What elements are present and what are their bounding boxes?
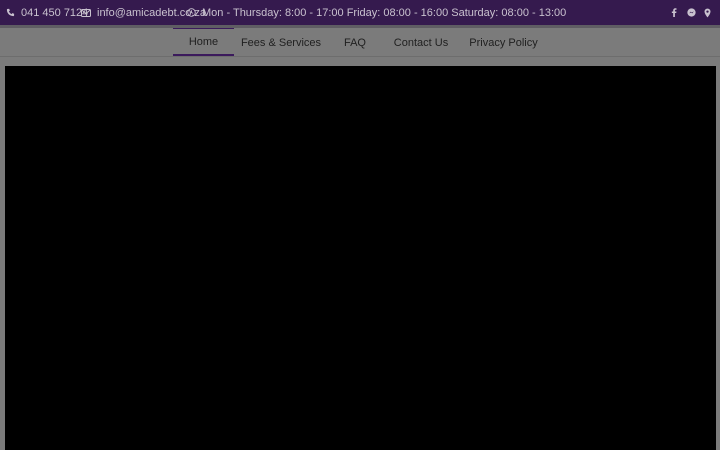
phone-contact[interactable]: 041 450 7124 [6, 0, 88, 25]
nav-item-label: FAQ [343, 37, 366, 49]
nav-item-label: Privacy Policy [469, 37, 538, 49]
nav-item-home[interactable]: Home [173, 28, 234, 56]
nav-item-privacy-policy[interactable]: Privacy Policy [469, 30, 538, 56]
nav-item-label: Contact Us [393, 37, 449, 49]
nav-item-fees-services[interactable]: Fees & Services [241, 30, 321, 56]
hours-text: Mon - Thursday: 8:00 - 17:00 Friday: 08:… [202, 6, 567, 19]
business-hours: Mon - Thursday: 8:00 - 17:00 Friday: 08:… [187, 0, 566, 25]
envelope-icon [81, 8, 91, 17]
phone-icon [6, 8, 15, 17]
top-info-bar: 041 450 7124 info@amicadebt.co.za Mon - … [0, 0, 720, 25]
clock-icon [187, 8, 196, 17]
messenger-icon[interactable] [684, 0, 698, 25]
nav-item-contact-us[interactable]: Contact Us [394, 30, 448, 56]
nav-item-label: Fees & Services [240, 37, 322, 49]
nav-item-label: Home [188, 36, 219, 48]
map-pin-icon[interactable] [700, 0, 714, 25]
nav-item-faq[interactable]: FAQ [340, 30, 370, 56]
phone-number: 041 450 7124 [21, 6, 89, 19]
main-navigation: Home Fees & Services FAQ Contact Us Priv… [0, 28, 720, 57]
facebook-icon[interactable] [667, 0, 681, 25]
hero-media-area[interactable] [5, 66, 716, 450]
